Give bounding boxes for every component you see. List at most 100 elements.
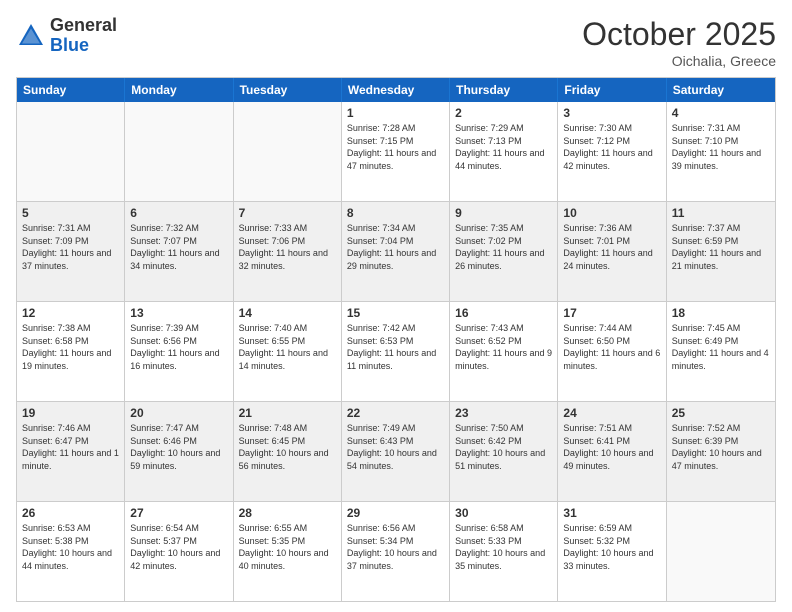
day-details: Sunrise: 6:53 AM Sunset: 5:38 PM Dayligh… — [22, 522, 119, 572]
calendar-cell — [667, 502, 775, 601]
day-details: Sunrise: 7:34 AM Sunset: 7:04 PM Dayligh… — [347, 222, 444, 272]
day-number: 12 — [22, 306, 119, 320]
calendar-cell: 31 Sunrise: 6:59 AM Sunset: 5:32 PM Dayli… — [558, 502, 666, 601]
day-details: Sunrise: 7:30 AM Sunset: 7:12 PM Dayligh… — [563, 122, 660, 172]
day-details: Sunrise: 7:31 AM Sunset: 7:09 PM Dayligh… — [22, 222, 119, 272]
header-day-thursday: Thursday — [450, 78, 558, 102]
header-day-saturday: Saturday — [667, 78, 775, 102]
day-number: 9 — [455, 206, 552, 220]
day-number: 21 — [239, 406, 336, 420]
calendar-cell: 1Sunrise: 7:28 AM Sunset: 7:15 PM Daylig… — [342, 102, 450, 201]
logo-general: General — [50, 16, 117, 36]
day-number: 4 — [672, 106, 770, 120]
day-number: 25 — [672, 406, 770, 420]
header: General Blue October 2025 Oichalia, Gree… — [16, 16, 776, 69]
calendar-cell: 4 Sunrise: 7:31 AM Sunset: 7:10 PM Daylig… — [667, 102, 775, 201]
day-number: 26 — [22, 506, 119, 520]
day-details: Sunrise: 7:33 AM Sunset: 7:06 PM Dayligh… — [239, 222, 336, 272]
day-number: 20 — [130, 406, 227, 420]
calendar-row-3: 12Sunrise: 7:38 AM Sunset: 6:58 PM Dayli… — [17, 301, 775, 401]
day-number: 6 — [130, 206, 227, 220]
calendar-cell: 14 Sunrise: 7:40 AM Sunset: 6:55 PM Dayli… — [234, 302, 342, 401]
day-number: 30 — [455, 506, 552, 520]
calendar-cell: 26 Sunrise: 6:53 AM Sunset: 5:38 PM Dayli… — [17, 502, 125, 601]
day-details: Sunrise: 7:31 AM Sunset: 7:10 PM Dayligh… — [672, 122, 770, 172]
day-details: Sunrise: 7:48 AM Sunset: 6:45 PM Dayligh… — [239, 422, 336, 472]
day-number: 7 — [239, 206, 336, 220]
logo-text: General Blue — [50, 16, 117, 56]
day-number: 16 — [455, 306, 552, 320]
calendar-cell: 28Sunrise: 6:55 AM Sunset: 5:35 PM Dayli… — [234, 502, 342, 601]
day-details: Sunrise: 7:42 AM Sunset: 6:53 PM Dayligh… — [347, 322, 444, 372]
day-details: Sunrise: 7:35 AM Sunset: 7:02 PM Dayligh… — [455, 222, 552, 272]
logo-blue: Blue — [50, 36, 117, 56]
header-day-tuesday: Tuesday — [234, 78, 342, 102]
day-details: Sunrise: 6:59 AM Sunset: 5:32 PM Dayligh… — [563, 522, 660, 572]
location-subtitle: Oichalia, Greece — [582, 53, 776, 69]
day-details: Sunrise: 7:47 AM Sunset: 6:46 PM Dayligh… — [130, 422, 227, 472]
calendar-cell — [17, 102, 125, 201]
calendar-cell: 13Sunrise: 7:39 AM Sunset: 6:56 PM Dayli… — [125, 302, 233, 401]
header-day-sunday: Sunday — [17, 78, 125, 102]
day-number: 31 — [563, 506, 660, 520]
day-details: Sunrise: 7:29 AM Sunset: 7:13 PM Dayligh… — [455, 122, 552, 172]
day-number: 8 — [347, 206, 444, 220]
calendar-cell: 17 Sunrise: 7:44 AM Sunset: 6:50 PM Dayli… — [558, 302, 666, 401]
day-details: Sunrise: 7:40 AM Sunset: 6:55 PM Dayligh… — [239, 322, 336, 372]
calendar-cell: 10 Sunrise: 7:36 AM Sunset: 7:01 PM Dayli… — [558, 202, 666, 301]
calendar-cell: 19Sunrise: 7:46 AM Sunset: 6:47 PM Dayli… — [17, 402, 125, 501]
calendar-cell: 22Sunrise: 7:49 AM Sunset: 6:43 PM Dayli… — [342, 402, 450, 501]
day-number: 11 — [672, 206, 770, 220]
calendar-body: 1Sunrise: 7:28 AM Sunset: 7:15 PM Daylig… — [17, 102, 775, 601]
day-number: 27 — [130, 506, 227, 520]
calendar-cell: 2 Sunrise: 7:29 AM Sunset: 7:13 PM Daylig… — [450, 102, 558, 201]
day-details: Sunrise: 7:44 AM Sunset: 6:50 PM Dayligh… — [563, 322, 660, 372]
calendar-cell: 18 Sunrise: 7:45 AM Sunset: 6:49 PM Dayli… — [667, 302, 775, 401]
day-details: Sunrise: 6:58 AM Sunset: 5:33 PM Dayligh… — [455, 522, 552, 572]
day-number: 5 — [22, 206, 119, 220]
day-number: 14 — [239, 306, 336, 320]
day-details: Sunrise: 7:28 AM Sunset: 7:15 PM Dayligh… — [347, 122, 444, 172]
header-day-wednesday: Wednesday — [342, 78, 450, 102]
day-details: Sunrise: 7:43 AM Sunset: 6:52 PM Dayligh… — [455, 322, 552, 372]
calendar-cell: 29Sunrise: 6:56 AM Sunset: 5:34 PM Dayli… — [342, 502, 450, 601]
day-number: 13 — [130, 306, 227, 320]
month-title: October 2025 — [582, 16, 776, 53]
calendar-cell: 25Sunrise: 7:52 AM Sunset: 6:39 PM Dayli… — [667, 402, 775, 501]
day-details: Sunrise: 7:45 AM Sunset: 6:49 PM Dayligh… — [672, 322, 770, 372]
calendar-cell: 23 Sunrise: 7:50 AM Sunset: 6:42 PM Dayli… — [450, 402, 558, 501]
calendar-cell: 6 Sunrise: 7:32 AM Sunset: 7:07 PM Daylig… — [125, 202, 233, 301]
day-details: Sunrise: 6:54 AM Sunset: 5:37 PM Dayligh… — [130, 522, 227, 572]
calendar-row-1: 1Sunrise: 7:28 AM Sunset: 7:15 PM Daylig… — [17, 102, 775, 201]
calendar-header: SundayMondayTuesdayWednesdayThursdayFrid… — [17, 78, 775, 102]
calendar-cell: 27 Sunrise: 6:54 AM Sunset: 5:37 PM Dayli… — [125, 502, 233, 601]
day-details: Sunrise: 7:32 AM Sunset: 7:07 PM Dayligh… — [130, 222, 227, 272]
day-number: 28 — [239, 506, 336, 520]
calendar-cell: 3Sunrise: 7:30 AM Sunset: 7:12 PM Daylig… — [558, 102, 666, 201]
day-number: 18 — [672, 306, 770, 320]
day-number: 24 — [563, 406, 660, 420]
calendar-cell: 30 Sunrise: 6:58 AM Sunset: 5:33 PM Dayli… — [450, 502, 558, 601]
calendar-cell — [125, 102, 233, 201]
title-block: October 2025 Oichalia, Greece — [582, 16, 776, 69]
calendar: SundayMondayTuesdayWednesdayThursdayFrid… — [16, 77, 776, 602]
day-number: 17 — [563, 306, 660, 320]
calendar-cell: 20 Sunrise: 7:47 AM Sunset: 6:46 PM Dayli… — [125, 402, 233, 501]
logo-icon — [16, 21, 46, 51]
calendar-row-5: 26 Sunrise: 6:53 AM Sunset: 5:38 PM Dayli… — [17, 501, 775, 601]
calendar-cell: 9 Sunrise: 7:35 AM Sunset: 7:02 PM Daylig… — [450, 202, 558, 301]
day-details: Sunrise: 7:46 AM Sunset: 6:47 PM Dayligh… — [22, 422, 119, 472]
calendar-cell: 8 Sunrise: 7:34 AM Sunset: 7:04 PM Daylig… — [342, 202, 450, 301]
day-number: 29 — [347, 506, 444, 520]
day-details: Sunrise: 7:51 AM Sunset: 6:41 PM Dayligh… — [563, 422, 660, 472]
day-number: 10 — [563, 206, 660, 220]
day-details: Sunrise: 7:36 AM Sunset: 7:01 PM Dayligh… — [563, 222, 660, 272]
calendar-cell: 11 Sunrise: 7:37 AM Sunset: 6:59 PM Dayli… — [667, 202, 775, 301]
day-number: 15 — [347, 306, 444, 320]
calendar-cell: 21 Sunrise: 7:48 AM Sunset: 6:45 PM Dayli… — [234, 402, 342, 501]
day-number: 2 — [455, 106, 552, 120]
day-number: 23 — [455, 406, 552, 420]
day-details: Sunrise: 7:37 AM Sunset: 6:59 PM Dayligh… — [672, 222, 770, 272]
header-day-monday: Monday — [125, 78, 233, 102]
day-details: Sunrise: 7:50 AM Sunset: 6:42 PM Dayligh… — [455, 422, 552, 472]
